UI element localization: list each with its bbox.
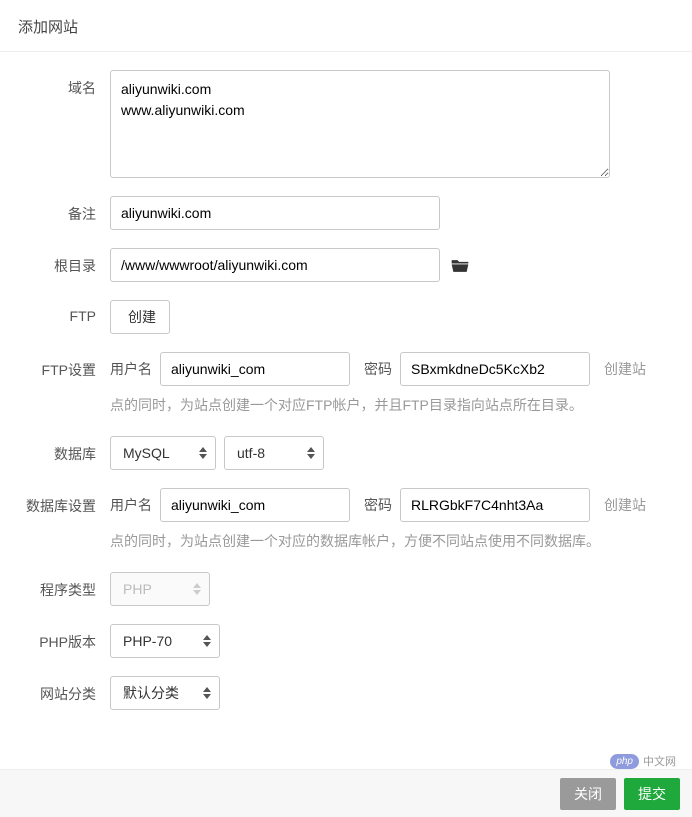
- ftp-pwd-input[interactable]: [400, 352, 590, 386]
- row-database: 数据库 MySQL utf-8: [0, 436, 672, 470]
- db-user-label: 用户名: [110, 495, 152, 515]
- ftp-select[interactable]: 创建: [110, 300, 170, 334]
- label-root: 根目录: [0, 248, 110, 276]
- chevron-updown-icon: [203, 687, 211, 699]
- chevron-updown-icon: [199, 447, 207, 459]
- db-hint-prefix: 创建站: [604, 495, 646, 515]
- label-program: 程序类型: [0, 572, 110, 600]
- ftp-select-value: 创建: [128, 307, 156, 327]
- label-domain: 域名: [0, 70, 110, 98]
- db-charset-value: utf-8: [237, 445, 265, 461]
- db-pwd-input[interactable]: [400, 488, 590, 522]
- close-button[interactable]: 关闭: [560, 778, 616, 810]
- ftp-hint: 点的同时，为站点创建一个对应FTP帐户，并且FTP目录指向站点所在目录。: [110, 386, 672, 418]
- db-engine-value: MySQL: [123, 445, 170, 461]
- watermark-text: 中文网: [643, 753, 676, 769]
- label-database: 数据库: [0, 436, 110, 464]
- row-program: 程序类型 PHP: [0, 572, 672, 606]
- domain-textarea[interactable]: [110, 70, 610, 178]
- add-site-form: 域名 备注 根目录 FTP 创建 FTP设置 用户名: [0, 52, 692, 710]
- row-category: 网站分类 默认分类: [0, 676, 672, 710]
- row-db-settings: 数据库设置 用户名 密码 创建站 点的同时，为站点创建一个对应的数据库帐户，方便…: [0, 488, 672, 554]
- remark-input[interactable]: [110, 196, 440, 230]
- dialog-title: 添加网站: [0, 0, 692, 52]
- db-user-input[interactable]: [160, 488, 350, 522]
- chevron-updown-icon: [307, 447, 315, 459]
- label-ftp-settings: FTP设置: [0, 352, 110, 380]
- phpver-select[interactable]: PHP-70: [110, 624, 220, 658]
- category-select[interactable]: 默认分类: [110, 676, 220, 710]
- row-root: 根目录: [0, 248, 672, 282]
- label-db-settings: 数据库设置: [0, 488, 110, 516]
- label-phpver: PHP版本: [0, 624, 110, 652]
- program-value: PHP: [123, 581, 152, 597]
- db-hint: 点的同时，为站点创建一个对应的数据库帐户，方便不同站点使用不同数据库。: [110, 522, 672, 554]
- label-ftp: FTP: [0, 300, 110, 324]
- row-ftp: FTP 创建: [0, 300, 672, 334]
- row-domain: 域名: [0, 70, 672, 178]
- ftp-hint-prefix: 创建站: [604, 359, 646, 379]
- db-pwd-label: 密码: [364, 495, 392, 515]
- row-remark: 备注: [0, 196, 672, 230]
- watermark: php 中文网: [610, 753, 676, 769]
- submit-button[interactable]: 提交: [624, 778, 680, 810]
- row-ftp-settings: FTP设置 用户名 密码 创建站 点的同时，为站点创建一个对应FTP帐户，并且F…: [0, 352, 672, 418]
- dialog-footer: 关闭 提交: [0, 769, 692, 817]
- db-charset-select[interactable]: utf-8: [224, 436, 324, 470]
- watermark-bubble: php: [610, 754, 639, 769]
- db-engine-select[interactable]: MySQL: [110, 436, 216, 470]
- ftp-pwd-label: 密码: [364, 359, 392, 379]
- phpver-value: PHP-70: [123, 633, 172, 649]
- folder-icon[interactable]: [450, 257, 470, 273]
- label-category: 网站分类: [0, 676, 110, 704]
- ftp-user-label: 用户名: [110, 359, 152, 379]
- chevron-updown-icon: [203, 635, 211, 647]
- root-input[interactable]: [110, 248, 440, 282]
- row-phpver: PHP版本 PHP-70: [0, 624, 672, 658]
- chevron-updown-icon: [193, 583, 201, 595]
- program-select: PHP: [110, 572, 210, 606]
- label-remark: 备注: [0, 196, 110, 224]
- category-value: 默认分类: [123, 683, 179, 703]
- ftp-user-input[interactable]: [160, 352, 350, 386]
